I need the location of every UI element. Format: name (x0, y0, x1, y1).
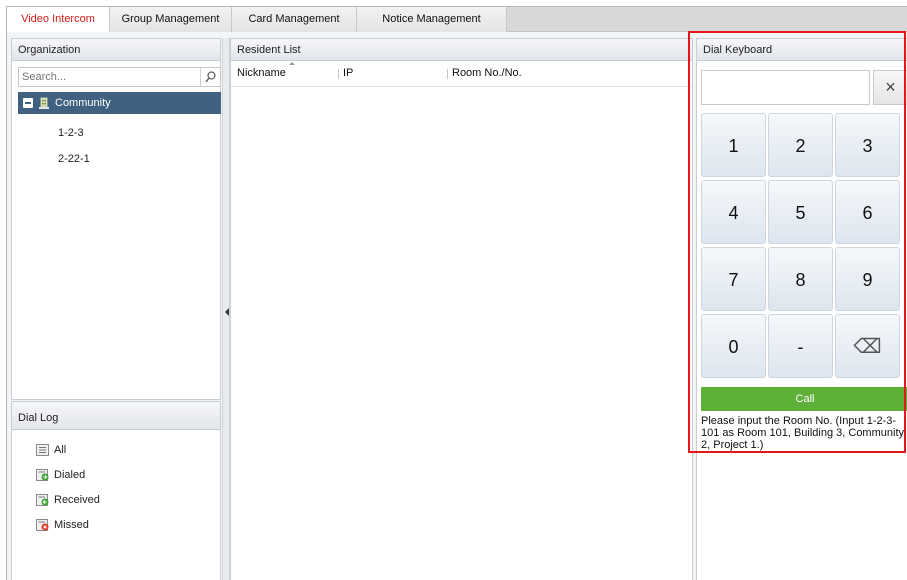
panel-splitter[interactable] (222, 38, 230, 580)
column-nickname[interactable]: Nickname (237, 67, 286, 79)
collapse-arrow-icon[interactable] (225, 308, 229, 316)
column-separator[interactable] (688, 69, 689, 79)
column-room-no[interactable]: Room No./No. (452, 67, 522, 79)
dial-input-box (701, 70, 870, 105)
clear-button[interactable]: × (873, 70, 907, 105)
app-window: Video Intercom Group Management Card Man… (6, 6, 907, 580)
resident-list-panel: Resident List Nickname IP Room No./No. (230, 38, 693, 580)
resident-list-title: Resident List (231, 39, 692, 61)
tab-group-management[interactable]: Group Management (110, 7, 232, 32)
key-4[interactable]: 4 (701, 180, 766, 244)
tree-node-child[interactable]: 1-2-3 (58, 127, 84, 139)
dial-log-title: Dial Log (12, 402, 220, 430)
log-dialed-icon (36, 469, 49, 481)
collapse-icon[interactable] (23, 98, 33, 108)
tree-node-community[interactable]: Community (18, 92, 221, 114)
key-2[interactable]: 2 (768, 113, 833, 177)
resident-table-header: Nickname IP Room No./No. (231, 61, 692, 87)
log-item-label: All (54, 444, 67, 456)
tab-video-intercom[interactable]: Video Intercom (7, 7, 110, 32)
tree-root-label: Community (55, 97, 111, 109)
column-separator[interactable] (338, 69, 339, 79)
column-ip[interactable]: IP (343, 67, 353, 79)
dial-hint-text: Please input the Room No. (Input 1-2-3-1… (701, 415, 904, 451)
key-5[interactable]: 5 (768, 180, 833, 244)
key-9[interactable]: 9 (835, 247, 900, 311)
key-dash[interactable]: - (768, 314, 833, 378)
search-box (18, 67, 221, 87)
search-input[interactable] (19, 68, 199, 86)
dial-log-panel: Dial Log All Dialed Received Missed (11, 401, 221, 580)
log-missed-icon (36, 519, 49, 531)
tab-notice-management[interactable]: Notice Management (357, 7, 507, 32)
column-separator[interactable] (447, 69, 448, 79)
key-1[interactable]: 1 (701, 113, 766, 177)
dial-input[interactable] (702, 71, 869, 104)
organization-panel: Organization Community 1-2-3 2 (11, 38, 221, 400)
organization-title: Organization (12, 39, 220, 61)
search-button[interactable] (200, 68, 220, 86)
dial-keyboard-title: Dial Keyboard (697, 39, 907, 61)
tabs: Video Intercom Group Management Card Man… (7, 7, 507, 32)
key-0[interactable]: 0 (701, 314, 766, 378)
call-button[interactable]: Call (701, 387, 907, 411)
backspace-key[interactable]: ⌫ (835, 314, 900, 378)
log-item-label: Missed (54, 519, 89, 531)
building-icon (39, 97, 49, 109)
key-6[interactable]: 6 (835, 180, 900, 244)
dial-keyboard-panel: Dial Keyboard × 1 2 3 4 5 6 7 8 9 0 - ⌫ … (696, 38, 907, 580)
log-all-icon (36, 444, 49, 456)
log-item-label: Dialed (54, 469, 86, 481)
key-7[interactable]: 7 (701, 247, 766, 311)
tab-card-management[interactable]: Card Management (232, 7, 357, 32)
sort-arrow-icon (289, 62, 295, 65)
search-icon (205, 71, 216, 83)
key-3[interactable]: 3 (835, 113, 900, 177)
log-item-label: Received (54, 494, 100, 506)
key-8[interactable]: 8 (768, 247, 833, 311)
tab-bar: Video Intercom Group Management Card Man… (7, 7, 907, 32)
tree-node-child[interactable]: 2-22-1 (58, 153, 90, 165)
log-received-icon (36, 494, 49, 506)
